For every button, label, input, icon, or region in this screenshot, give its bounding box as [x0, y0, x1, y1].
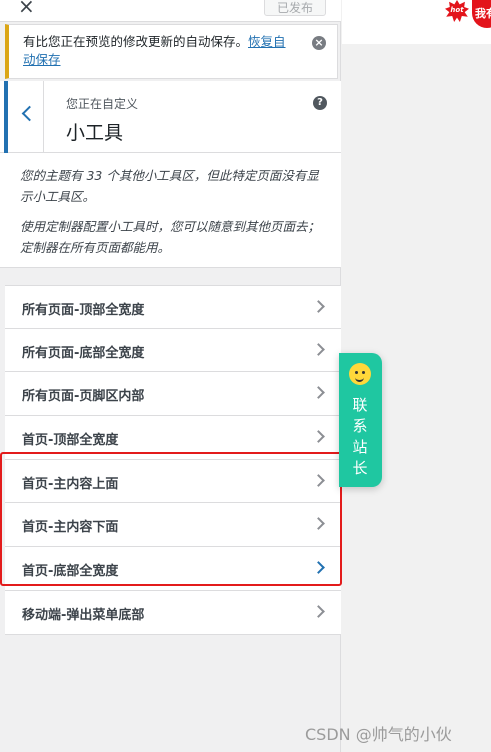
widget-area-label: 移动端-弹出菜单底部	[22, 607, 145, 623]
widget-area-item[interactable]: 所有页面-顶部全宽度	[5, 285, 341, 329]
section-description: 您的主题有 33 个其他小工具区，但此特定页面没有显示小工具区。 使用定制器配置…	[0, 153, 341, 268]
widget-area-list: 所有页面-顶部全宽度 所有页面-底部全宽度 所有页面-页脚区内部 首页-顶部全宽…	[5, 285, 341, 635]
customizer-topbar: × 已发布	[0, 0, 341, 22]
close-customizer-button[interactable]: ×	[18, 0, 35, 18]
widget-area-item[interactable]: 首页-主内容上面	[5, 459, 341, 504]
smiley-icon	[349, 363, 371, 385]
widget-area-item[interactable]: 首页-主内容下面	[5, 503, 341, 548]
chevron-right-icon	[312, 604, 325, 618]
widget-area-item[interactable]: 所有页面-页脚区内部	[5, 372, 341, 417]
customizer-panel: × 已发布 有比您正在预览的修改更新的自动保存。恢复自动保存 × 您正在自定义 …	[0, 0, 342, 752]
chevron-right-icon	[312, 473, 325, 487]
autosave-notice: 有比您正在预览的修改更新的自动保存。恢复自动保存 ×	[5, 24, 338, 79]
section-title: 小工具	[66, 122, 124, 144]
widget-area-label: 所有页面-顶部全宽度	[22, 303, 145, 318]
chevron-right-icon	[312, 386, 325, 400]
widget-area-label: 首页-主内容下面	[22, 520, 119, 536]
widget-area-label: 所有页面-页脚区内部	[22, 389, 145, 405]
contact-admin-float-button[interactable]: 联系站长	[339, 353, 382, 487]
chevron-right-icon	[312, 517, 325, 531]
section-header: 您正在自定义 小工具 ?	[0, 81, 341, 153]
chevron-left-icon	[21, 105, 38, 122]
widget-area-item[interactable]: 所有页面-底部全宽度	[5, 328, 341, 373]
widget-area-item[interactable]: 首页-顶部全宽度	[5, 416, 341, 460]
chevron-right-icon	[312, 430, 325, 443]
chevron-right-icon	[312, 342, 325, 356]
chevron-right-icon	[312, 300, 325, 313]
widget-area-item[interactable]: 首页-底部全宽度	[5, 547, 341, 591]
publish-button[interactable]: 已发布	[264, 0, 326, 16]
description-line-1: 您的主题有 33 个其他小工具区，但此特定页面没有显示小工具区。	[20, 168, 319, 204]
widget-area-label: 首页-底部全宽度	[22, 564, 119, 580]
watermark: CSDN @帅气的小伙	[305, 725, 452, 744]
widget-area-item[interactable]: 移动端-弹出菜单底部	[5, 590, 341, 635]
autosave-notice-text: 有比您正在预览的修改更新的自动保存。恢复自动保存	[23, 33, 298, 69]
hot-badge-text: hot	[450, 6, 464, 14]
widget-area-label: 首页-顶部全宽度	[22, 433, 119, 449]
chevron-right-icon	[312, 561, 325, 574]
notice-message: 有比您正在预览的修改更新的自动保存。	[23, 34, 249, 49]
widget-area-label: 首页-主内容上面	[22, 476, 119, 492]
hot-badge-icon: hot	[445, 0, 469, 22]
description-line-2: 使用定制器配置小工具时，您可以随意到其他页面去；定制器在所有页面都能用。	[20, 219, 321, 255]
contact-admin-label: 联系站长	[352, 396, 368, 477]
back-button[interactable]	[4, 81, 44, 153]
help-icon[interactable]: ?	[313, 96, 327, 110]
customizing-label: 您正在自定义	[66, 97, 139, 111]
widget-area-label: 所有页面-底部全宽度	[22, 345, 145, 361]
dismiss-notice-icon[interactable]: ×	[312, 36, 326, 50]
